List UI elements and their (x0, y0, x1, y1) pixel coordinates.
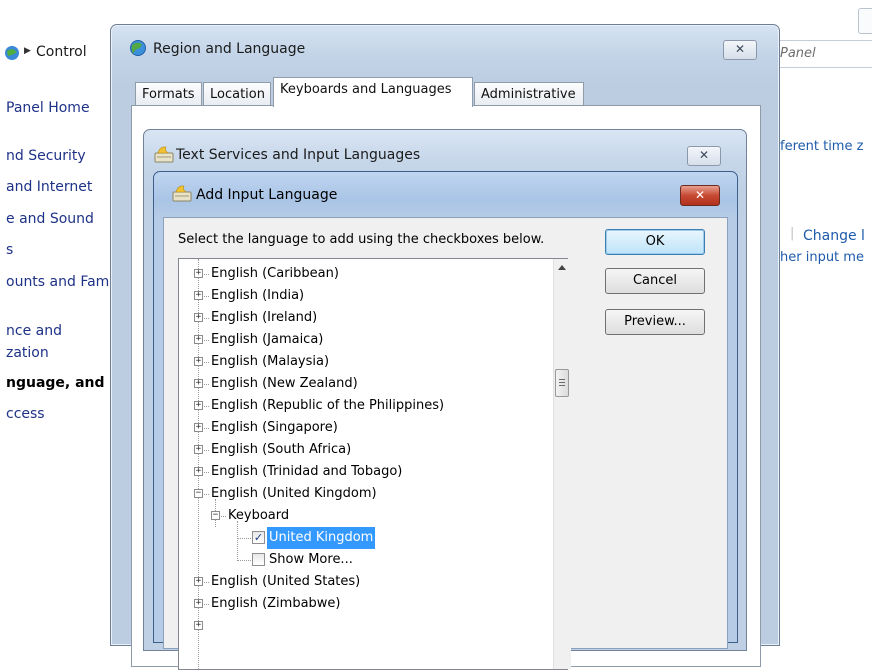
language-tree[interactable]: + English (Caribbean) + English (India) … (178, 258, 568, 670)
breadcrumb-control-panel[interactable]: Control (36, 44, 87, 60)
window-title: Text Services and Input Languages (176, 147, 421, 163)
preview-button[interactable]: Preview... (605, 309, 705, 335)
expand-icon[interactable]: + (194, 445, 203, 454)
expand-icon[interactable]: + (194, 379, 203, 388)
control-panel-sidebar: Panel Home nd Security and Internet e an… (0, 66, 120, 626)
sidebar-item-region[interactable]: nguage, and R (6, 375, 120, 391)
checkbox-checked[interactable]: ✓ (252, 531, 265, 544)
sidebar-item-appearance-2[interactable]: zation (6, 345, 49, 361)
expand-icon[interactable]: + (194, 313, 203, 322)
expand-icon[interactable]: + (194, 621, 203, 630)
collapse-icon[interactable]: − (194, 489, 203, 498)
sidebar-item-accounts[interactable]: ounts and Fam (6, 274, 109, 290)
breadcrumb-arrow-icon: ▶ (24, 46, 31, 56)
close-icon: ✕ (694, 188, 706, 202)
add-input-language-dialog: Add Input Language ✕ Select the language… (153, 171, 738, 670)
tab-administrative[interactable]: Administrative (474, 82, 584, 106)
tree-item-label: Show More... (269, 552, 353, 567)
instruction-text: Select the language to add using the che… (178, 232, 545, 247)
window-frame-corner (858, 8, 872, 34)
dialog-title: Add Input Language (196, 187, 338, 203)
sidebar-item-security[interactable]: nd Security (6, 148, 86, 164)
tab-keyboards-and-languages[interactable]: Keyboards and Languages (273, 77, 473, 107)
sidebar-item-access[interactable]: ccess (6, 406, 45, 422)
address-bar[interactable]: ▶ Control (0, 40, 120, 66)
search-placeholder: Panel (780, 46, 816, 61)
expand-icon[interactable]: + (194, 401, 203, 410)
sidebar-item-sound[interactable]: e and Sound (6, 211, 94, 227)
cancel-button[interactable]: Cancel (605, 268, 705, 294)
scrollbar-thumb[interactable] (555, 369, 569, 397)
sidebar-item-home[interactable]: Panel Home (6, 100, 90, 116)
expand-icon[interactable]: + (194, 467, 203, 476)
dialog-body: Select the language to add using the che… (163, 217, 728, 670)
tree-item-label: English (Trinidad and Tobago) (211, 464, 403, 479)
close-icon: ✕ (698, 148, 710, 162)
tree-item-label: English (Republic of the Philippines) (211, 398, 445, 413)
timezone-link[interactable]: ferent time z (780, 139, 863, 154)
checkbox-unchecked[interactable] (252, 553, 265, 566)
close-button[interactable]: ✕ (723, 40, 757, 60)
tree-item-label: English (Jamaica) (211, 332, 324, 347)
tab-location[interactable]: Location (203, 82, 271, 106)
change-link[interactable]: Change l (803, 228, 865, 244)
tree-item-label: English (Zimbabwe) (211, 596, 341, 611)
tree-item-label: English (United States) (211, 574, 361, 589)
tab-formats[interactable]: Formats (135, 82, 202, 106)
tree-item-label: English (New Zealand) (211, 376, 358, 391)
tree-item-label: English (United Kingdom) (211, 486, 377, 501)
expand-icon[interactable]: + (194, 357, 203, 366)
link-divider: | (790, 226, 795, 241)
collapse-icon[interactable]: − (211, 511, 220, 520)
close-icon: ✕ (734, 42, 746, 56)
ok-button[interactable]: OK (605, 229, 705, 255)
tree-item-label: United Kingdom (267, 527, 376, 549)
tree-item-label: English (Malaysia) (211, 354, 330, 369)
keyboard-icon (172, 185, 192, 202)
tree-item-label: English (South Africa) (211, 442, 352, 457)
expand-icon[interactable]: + (194, 335, 203, 344)
vertical-scrollbar[interactable] (553, 259, 571, 669)
tree-item-label: English (Caribbean) (211, 266, 339, 281)
window-title: Region and Language (153, 41, 306, 57)
expand-icon[interactable]: + (194, 291, 203, 300)
sidebar-item-network[interactable]: and Internet (6, 179, 92, 195)
sidebar-item-programs[interactable]: s (6, 242, 13, 258)
tree-item-label: English (Ireland) (211, 310, 318, 325)
expand-icon[interactable]: + (194, 599, 203, 608)
scroll-up-arrow-icon[interactable] (558, 265, 566, 270)
sidebar-item-appearance[interactable]: nce and (6, 323, 62, 339)
globe-icon (130, 40, 146, 56)
input-methods-link[interactable]: her input me (780, 250, 864, 265)
search-box[interactable]: Panel (770, 40, 872, 68)
expand-icon[interactable]: + (194, 269, 203, 278)
expand-icon[interactable]: + (194, 577, 203, 586)
close-button[interactable]: ✕ (680, 185, 720, 206)
keyboard-icon (154, 146, 174, 163)
control-panel-icon (5, 46, 19, 60)
expand-icon[interactable]: + (194, 423, 203, 432)
tree-item-label: English (Singapore) (211, 420, 338, 435)
close-button[interactable]: ✕ (687, 146, 721, 166)
tree-item-label: English (India) (211, 288, 305, 303)
